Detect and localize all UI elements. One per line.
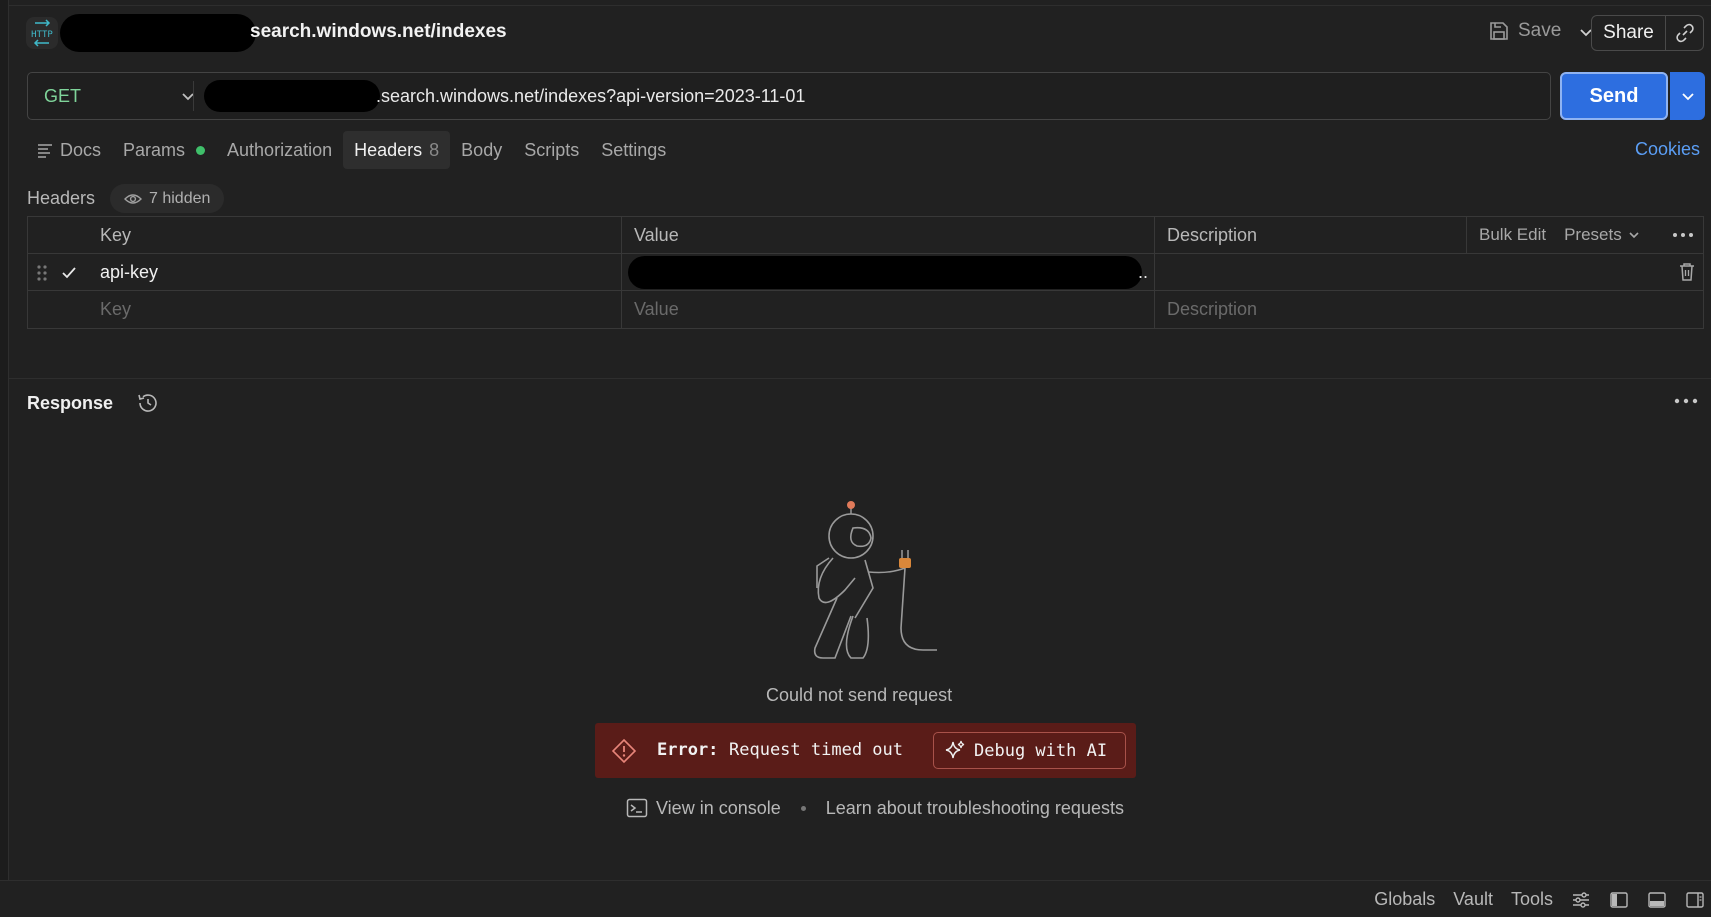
cookies-link[interactable]: Cookies bbox=[1635, 139, 1700, 160]
request-response-divider[interactable] bbox=[9, 378, 1711, 379]
header-description-cell[interactable] bbox=[1154, 254, 1466, 290]
eye-icon bbox=[124, 193, 142, 204]
column-value-header: Value bbox=[621, 217, 1154, 253]
tab-settings-label: Settings bbox=[601, 139, 667, 160]
bulk-edit-button[interactable]: Bulk Edit bbox=[1479, 225, 1546, 245]
headers-section-label: Headers bbox=[27, 188, 96, 208]
copy-link-button[interactable] bbox=[1666, 16, 1703, 50]
toggle-right-panel-icon[interactable] bbox=[1685, 890, 1705, 910]
drag-handle-icon[interactable] bbox=[37, 264, 47, 282]
tab-authorization-label: Authorization bbox=[227, 139, 333, 160]
tab-scripts[interactable]: Scripts bbox=[513, 131, 590, 169]
debug-with-ai-button[interactable]: Debug with AI bbox=[933, 732, 1126, 769]
row-enabled-checkbox[interactable] bbox=[61, 265, 77, 281]
view-in-console-link[interactable]: View in console bbox=[656, 798, 781, 819]
url-bar: GET .search.windows.net/indexes?api-vers… bbox=[27, 72, 1551, 120]
chevron-down-icon bbox=[1629, 232, 1639, 239]
separator-dot bbox=[800, 805, 806, 811]
new-description-input[interactable]: Description bbox=[1154, 291, 1704, 328]
tab-headers[interactable]: Headers 8 bbox=[343, 131, 451, 169]
astronaut-illustration bbox=[813, 501, 937, 659]
save-label: Save bbox=[1518, 20, 1562, 41]
params-active-indicator bbox=[196, 145, 206, 155]
hidden-headers-toggle[interactable]: 7 hidden bbox=[110, 184, 225, 213]
vault-button[interactable]: Vault bbox=[1453, 889, 1493, 910]
response-more-options-icon[interactable] bbox=[1674, 398, 1698, 404]
settings-sliders-icon[interactable] bbox=[1571, 890, 1591, 910]
status-bar-items: Globals Vault Tools bbox=[1374, 889, 1705, 910]
troubleshooting-link[interactable]: Learn about troubleshooting requests bbox=[826, 798, 1124, 819]
table-row: api-key .. bbox=[28, 254, 1703, 291]
column-description-header: Description bbox=[1154, 217, 1466, 253]
save-button[interactable]: Save bbox=[1488, 20, 1561, 42]
history-icon[interactable] bbox=[136, 391, 160, 415]
redacted-host bbox=[60, 14, 256, 52]
left-sidebar-edge bbox=[0, 0, 9, 880]
share-button[interactable]: Share bbox=[1592, 16, 1666, 50]
redacted-api-key bbox=[628, 256, 1142, 289]
header-key-cell[interactable]: api-key bbox=[88, 254, 648, 290]
docs-icon bbox=[38, 144, 52, 158]
tools-button[interactable]: Tools bbox=[1511, 889, 1553, 910]
table-row-new: Key Value Description bbox=[28, 291, 1703, 328]
globals-button[interactable]: Globals bbox=[1374, 889, 1435, 910]
tab-body-label: Body bbox=[461, 139, 503, 160]
tab-headers-count: 8 bbox=[429, 139, 440, 160]
tab-docs[interactable]: Docs bbox=[26, 131, 112, 169]
send-button[interactable]: Send bbox=[1560, 72, 1668, 120]
tab-authorization[interactable]: Authorization bbox=[216, 131, 343, 169]
trash-icon[interactable] bbox=[1678, 262, 1696, 282]
url-input[interactable]: .search.windows.net/indexes?api-version=… bbox=[376, 86, 805, 107]
tab-scripts-label: Scripts bbox=[524, 139, 580, 160]
row-actions bbox=[1466, 254, 1704, 290]
error-banner: Error: Request timed out Debug with AI bbox=[595, 723, 1136, 778]
url-divider bbox=[193, 81, 194, 111]
chevron-down-icon bbox=[1681, 93, 1694, 101]
request-title-bar: HTTP search.windows.net/indexes Save Sha… bbox=[26, 14, 1706, 52]
request-tabs: Docs Params Authorization Headers 8 Body… bbox=[26, 130, 677, 170]
send-options-button[interactable] bbox=[1670, 72, 1705, 120]
value-overflow-ellipsis: .. bbox=[1138, 262, 1149, 282]
tab-params-label: Params bbox=[123, 139, 186, 160]
link-icon bbox=[1675, 23, 1694, 43]
response-help-links: View in console Learn about troubleshoot… bbox=[626, 797, 1124, 819]
error-label: Error: bbox=[657, 740, 719, 760]
presets-label: Presets bbox=[1564, 225, 1622, 244]
response-title: Response bbox=[27, 393, 114, 413]
sparkle-icon bbox=[945, 740, 965, 758]
request-title[interactable]: search.windows.net/indexes bbox=[250, 21, 507, 43]
headers-table-header: Key Value Description Bulk Edit Presets bbox=[28, 217, 1703, 254]
save-icon bbox=[1490, 22, 1508, 40]
method-select[interactable]: GET bbox=[44, 86, 81, 107]
header-value-cell[interactable]: .. bbox=[621, 254, 1154, 290]
share-group: Share bbox=[1591, 15, 1704, 51]
table-tools: Bulk Edit Presets bbox=[1466, 217, 1704, 253]
tab-headers-label: Headers bbox=[354, 139, 423, 160]
more-options-icon[interactable] bbox=[1672, 232, 1694, 238]
top-tab-strip bbox=[9, 0, 1711, 6]
toggle-sidebar-icon[interactable] bbox=[1609, 890, 1629, 910]
console-icon bbox=[626, 798, 648, 818]
tab-params[interactable]: Params bbox=[112, 131, 216, 169]
column-key-header: Key bbox=[100, 224, 132, 245]
new-key-input[interactable]: Key bbox=[88, 291, 648, 328]
status-bar: Globals Vault Tools bbox=[0, 880, 1711, 917]
empty-state-message: Could not send request bbox=[766, 685, 953, 705]
redacted-url-host bbox=[204, 80, 380, 112]
tab-docs-label: Docs bbox=[60, 139, 102, 160]
error-message: Request timed out bbox=[729, 740, 903, 760]
warning-icon bbox=[611, 738, 637, 764]
headers-table: Key Value Description Bulk Edit Presets … bbox=[27, 216, 1704, 329]
hidden-headers-count: 7 hidden bbox=[149, 189, 211, 207]
debug-label: Debug with AI bbox=[974, 740, 1108, 761]
tab-body[interactable]: Body bbox=[450, 131, 513, 169]
http-request-icon: HTTP bbox=[26, 17, 58, 49]
presets-dropdown[interactable]: Presets bbox=[1564, 225, 1640, 245]
toggle-bottom-panel-icon[interactable] bbox=[1647, 890, 1667, 910]
new-value-input[interactable]: Value bbox=[621, 291, 1154, 328]
http-icon-label: HTTP bbox=[31, 30, 53, 40]
tab-settings[interactable]: Settings bbox=[590, 131, 677, 169]
